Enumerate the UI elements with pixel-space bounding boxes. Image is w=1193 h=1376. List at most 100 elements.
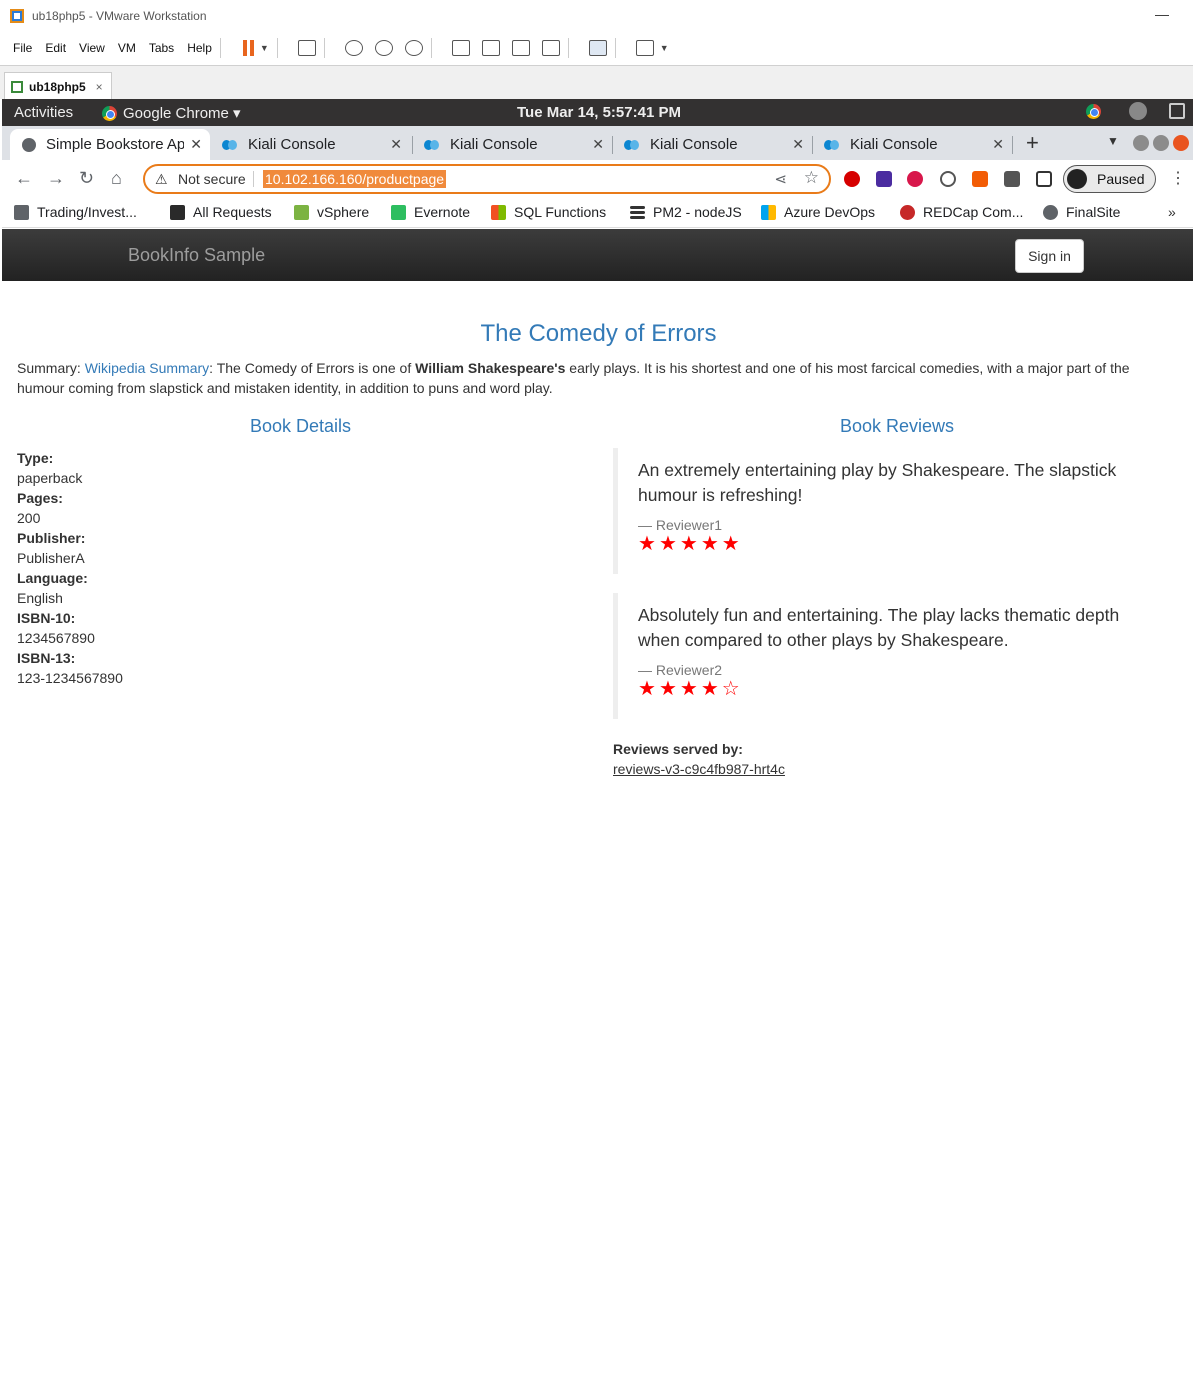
close-icon[interactable]: × bbox=[96, 80, 103, 94]
tab-search-chevron-icon[interactable]: ▼ bbox=[1107, 134, 1119, 148]
menu-view[interactable]: View bbox=[79, 41, 105, 55]
snapshot-manager-icon[interactable] bbox=[404, 40, 423, 56]
menu-divider bbox=[219, 38, 221, 58]
bookmark-star-icon[interactable]: ☆ bbox=[804, 168, 819, 188]
chrome-icon[interactable] bbox=[1086, 103, 1101, 119]
warning-icon[interactable]: ⚠ bbox=[155, 171, 168, 188]
star-filled-icon: ★ bbox=[721, 533, 740, 555]
avatar bbox=[1067, 169, 1087, 189]
bookmark-evernote[interactable]: Evernote bbox=[391, 204, 470, 220]
served-by-label: Reviews served by: bbox=[613, 741, 743, 757]
stretch-guest-icon[interactable] bbox=[635, 40, 654, 56]
back-arrow-icon[interactable]: ← bbox=[15, 168, 33, 189]
bookmark-label: FinalSite bbox=[1066, 204, 1121, 220]
book-details-heading: Book Details bbox=[250, 416, 352, 436]
activities-button[interactable]: Activities bbox=[14, 104, 73, 121]
snapshot-icon[interactable] bbox=[344, 40, 363, 56]
side-panel-icon[interactable] bbox=[1036, 171, 1052, 187]
close-icon[interactable]: ✕ bbox=[190, 136, 202, 153]
detail-key-pages: Pages: bbox=[17, 490, 63, 506]
microsoft-icon bbox=[761, 204, 776, 220]
zotero-extension-icon[interactable] bbox=[972, 171, 988, 187]
microsoft-icon bbox=[491, 204, 506, 220]
site-navbar: BookInfo Sample Sign in bbox=[2, 229, 1193, 281]
profile-status: Paused bbox=[1097, 171, 1145, 187]
bookmark-azure-devops[interactable]: Azure DevOps bbox=[761, 204, 875, 220]
kiali-icon bbox=[424, 138, 440, 152]
unity-icon[interactable] bbox=[541, 40, 560, 56]
bookmark-pm2-nodejs[interactable]: PM2 - nodeJS bbox=[630, 204, 742, 220]
close-window-icon[interactable] bbox=[1173, 135, 1189, 151]
url-text[interactable]: 10.102.166.160/productpage bbox=[263, 170, 447, 188]
speedometer-extension-icon[interactable] bbox=[940, 171, 956, 187]
app-menu[interactable]: Google Chrome ▾ bbox=[102, 104, 241, 122]
close-icon[interactable]: ✕ bbox=[992, 136, 1004, 153]
tab-kiali-console[interactable]: Kiali Console ✕ bbox=[812, 129, 1012, 160]
revert-snapshot-icon[interactable] bbox=[374, 40, 393, 56]
tab-kiali-console[interactable]: Kiali Console ✕ bbox=[412, 129, 612, 160]
bookmark-sql-functions[interactable]: SQL Functions bbox=[491, 204, 606, 220]
review-block: Absolutely fun and entertaining. The pla… bbox=[613, 593, 1153, 719]
menu-vm[interactable]: VM bbox=[118, 41, 136, 55]
minimize-icon[interactable]: — bbox=[1155, 6, 1169, 22]
more-bookmarks-icon[interactable]: » bbox=[1168, 204, 1176, 220]
reviewer-name: — Reviewer1 bbox=[638, 517, 723, 533]
close-icon[interactable]: ✕ bbox=[390, 136, 402, 153]
new-tab-icon[interactable]: + bbox=[1026, 130, 1039, 156]
star-filled-icon: ★ bbox=[658, 678, 677, 700]
profile-button[interactable]: Paused bbox=[1063, 165, 1156, 193]
extensions-puzzle-icon[interactable] bbox=[1004, 171, 1020, 187]
thumbnail-view-icon[interactable] bbox=[481, 40, 500, 56]
vm-tab-ub18php5[interactable]: ub18php5 × bbox=[4, 72, 112, 100]
bookmark-finalsite[interactable]: FinalSite bbox=[1043, 204, 1120, 220]
menu-file[interactable]: File bbox=[13, 41, 32, 55]
tab-kiali-console[interactable]: Kiali Console ✕ bbox=[210, 129, 410, 160]
redcap-icon bbox=[900, 204, 915, 220]
summary-text: : The Comedy of Errors is one of bbox=[209, 360, 416, 376]
wikipedia-summary-link[interactable]: Wikipedia Summary bbox=[85, 360, 209, 376]
detail-key-language: Language: bbox=[17, 570, 88, 586]
review-text: An extremely entertaining play by Shakes… bbox=[638, 460, 1117, 505]
globe-icon bbox=[1043, 204, 1058, 220]
forward-arrow-icon[interactable]: → bbox=[47, 168, 65, 189]
chevron-down-icon[interactable]: ▼ bbox=[660, 43, 669, 53]
menu-divider bbox=[323, 38, 325, 58]
bookmark-all-requests[interactable]: All Requests bbox=[170, 204, 272, 220]
sign-in-button[interactable]: Sign in bbox=[1015, 239, 1084, 273]
network-icon[interactable] bbox=[1169, 103, 1185, 119]
home-icon[interactable]: ⌂ bbox=[111, 168, 122, 189]
menu-edit[interactable]: Edit bbox=[45, 41, 66, 55]
console-view-icon[interactable] bbox=[588, 40, 607, 56]
bookmark-vsphere[interactable]: vSphere bbox=[294, 204, 369, 220]
pause-icon[interactable] bbox=[242, 40, 254, 56]
reload-icon[interactable]: ↻ bbox=[79, 168, 94, 189]
chevron-down-icon[interactable]: ▼ bbox=[260, 43, 269, 53]
close-icon[interactable]: ✕ bbox=[792, 136, 804, 153]
tab-simple-bookstore[interactable]: Simple Bookstore Ap ✕ bbox=[10, 129, 210, 160]
more-menu-icon[interactable]: ⋮ bbox=[1170, 168, 1186, 188]
menu-help[interactable]: Help bbox=[187, 41, 212, 55]
minimize-window-icon[interactable] bbox=[1133, 135, 1149, 151]
brand-link[interactable]: BookInfo Sample bbox=[128, 245, 265, 266]
library-view-icon[interactable] bbox=[451, 40, 470, 56]
bookmark-redcap[interactable]: REDCap Com... bbox=[900, 204, 1023, 220]
opera-extension-icon[interactable] bbox=[844, 171, 860, 187]
globe-icon[interactable] bbox=[1129, 102, 1147, 120]
bookmark-trading[interactable]: Trading/Invest... bbox=[14, 204, 137, 220]
share-icon[interactable]: ⋖ bbox=[774, 170, 787, 188]
maximize-window-icon[interactable] bbox=[1153, 135, 1169, 151]
send-ctrl-alt-del-icon[interactable] bbox=[297, 40, 316, 56]
menu-tabs[interactable]: Tabs bbox=[149, 41, 174, 55]
address-bar[interactable]: ⚠ Not secure 10.102.166.160/productpage … bbox=[143, 164, 831, 194]
tab-kiali-console[interactable]: Kiali Console ✕ bbox=[612, 129, 812, 160]
full-screen-icon[interactable] bbox=[511, 40, 530, 56]
tab-title: Kiali Console bbox=[248, 136, 336, 153]
reviewer-name: — Reviewer2 bbox=[638, 662, 723, 678]
close-icon[interactable]: ✕ bbox=[592, 136, 604, 153]
vmware-tab-bar: ub18php5 × bbox=[0, 65, 1193, 100]
extension-badge-icon[interactable] bbox=[876, 171, 892, 187]
adblock-plus-icon[interactable] bbox=[907, 171, 923, 187]
chrome-tab-strip: Simple Bookstore Ap ✕ Kiali Console ✕ Ki… bbox=[2, 126, 1193, 160]
clock[interactable]: Tue Mar 14, 5:57:41 PM bbox=[517, 104, 681, 121]
security-indicator[interactable]: Not secure bbox=[178, 171, 246, 187]
